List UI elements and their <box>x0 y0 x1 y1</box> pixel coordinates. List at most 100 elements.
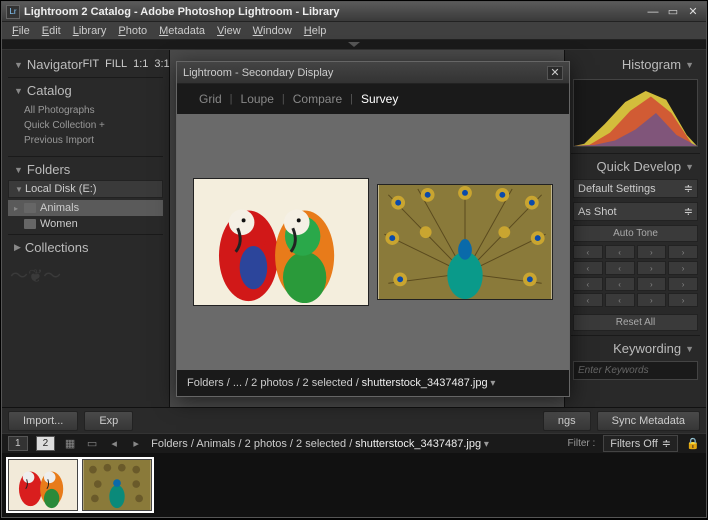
chevron-down-icon: ▼ <box>685 344 694 354</box>
menu-help[interactable]: Help <box>298 25 333 37</box>
secondary-tabs: Grid| Loupe| Compare| Survey <box>177 84 569 114</box>
histogram-label: Histogram <box>622 57 681 72</box>
reset-all-button[interactable]: Reset All <box>573 314 698 331</box>
catalog-item[interactable]: Previous Import <box>20 133 169 148</box>
menu-window[interactable]: Window <box>247 25 298 37</box>
stepper-row: ‹‹›› <box>565 292 706 308</box>
chevron-down-icon: ▼ <box>685 162 694 172</box>
step-inc2[interactable]: › <box>668 245 698 259</box>
folder-name: Women <box>40 218 78 230</box>
export-button[interactable]: Exp <box>84 411 133 431</box>
menu-library[interactable]: Library <box>67 25 113 37</box>
step-inc1[interactable]: › <box>637 277 667 291</box>
filmstrip <box>2 453 706 517</box>
auto-tone-button[interactable]: Auto Tone <box>573 225 698 242</box>
quick-develop-label: Quick Develop <box>597 159 682 174</box>
thumbnail[interactable] <box>8 459 78 511</box>
filter-select[interactable]: Filters Off≑ <box>603 435 678 452</box>
keywords-input[interactable]: Enter Keywords <box>573 361 698 380</box>
prev-icon[interactable]: ◂ <box>107 438 121 450</box>
catalog-item[interactable]: All Photographs <box>20 103 169 118</box>
quick-develop-header[interactable]: Quick Develop ▼ <box>565 156 706 177</box>
next-icon[interactable]: ▸ <box>129 438 143 450</box>
survey-image[interactable] <box>377 184 553 300</box>
stepper-row: ‹‹›› <box>565 276 706 292</box>
display-1-button[interactable]: 1 <box>8 436 28 451</box>
zoom-1-1[interactable]: 1:1 <box>133 58 148 71</box>
action-bar: Import... Exp ngs Sync Metadata <box>2 407 706 433</box>
maximize-button[interactable]: ▭ <box>664 5 682 19</box>
chevron-right-icon: ▶ <box>14 242 21 253</box>
whitebalance-select[interactable]: As Shot≑ <box>573 202 698 221</box>
tab-compare[interactable]: Compare <box>285 92 350 106</box>
top-grabber[interactable] <box>2 40 706 50</box>
close-button[interactable]: ✕ <box>684 5 702 19</box>
step-dec1[interactable]: ‹ <box>605 261 635 275</box>
folders-header[interactable]: ▼ Folders <box>2 159 169 180</box>
step-dec2[interactable]: ‹ <box>573 293 603 307</box>
loupe-view-icon[interactable]: ▭ <box>85 438 99 450</box>
menu-view[interactable]: View <box>211 25 247 37</box>
step-inc1[interactable]: › <box>637 293 667 307</box>
survey-image[interactable] <box>193 178 369 306</box>
filmstrip-header: 1 2 ▦ ▭ ◂ ▸ Folders / Animals / 2 photos… <box>2 433 706 453</box>
keywording-label: Keywording <box>613 341 681 356</box>
chevron-right-icon: ▸ <box>14 204 24 213</box>
folder-row[interactable]: ▸ Animals <box>8 200 163 216</box>
tab-grid[interactable]: Grid <box>191 92 230 106</box>
app-icon: Lr <box>6 5 20 19</box>
menu-file[interactable]: File <box>6 25 36 37</box>
menu-metadata[interactable]: Metadata <box>153 25 211 37</box>
histogram-display <box>573 79 698 147</box>
step-inc1[interactable]: › <box>637 261 667 275</box>
modal-title-bar[interactable]: Lightroom - Secondary Display ✕ <box>177 62 569 84</box>
menu-edit[interactable]: Edit <box>36 25 67 37</box>
catalog-item[interactable]: Quick Collection + <box>20 118 169 133</box>
step-dec2[interactable]: ‹ <box>573 245 603 259</box>
volume-row[interactable]: ▼ Local Disk (E:) <box>8 180 163 198</box>
thumbnail[interactable] <box>82 459 152 511</box>
zoom-fit[interactable]: FIT <box>83 58 100 71</box>
step-inc1[interactable]: › <box>637 245 667 259</box>
navigator-label: Navigator <box>27 57 83 72</box>
keywording-header[interactable]: Keywording ▼ <box>565 338 706 359</box>
display-2-button[interactable]: 2 <box>36 436 56 451</box>
catalog-header[interactable]: ▼ Catalog <box>2 80 169 101</box>
step-dec1[interactable]: ‹ <box>605 245 635 259</box>
folder-row[interactable]: Women <box>8 216 163 232</box>
step-inc2[interactable]: › <box>668 293 698 307</box>
modal-close-button[interactable]: ✕ <box>547 66 563 80</box>
zoom-3-1[interactable]: 3:1 <box>154 58 169 71</box>
navigator-header[interactable]: ▼ Navigator FIT FILL 1:1 3:1 ≑ <box>2 54 169 75</box>
step-inc2[interactable]: › <box>668 277 698 291</box>
histogram-header[interactable]: Histogram ▼ <box>565 54 706 75</box>
collections-header[interactable]: ▶ Collections <box>2 237 169 258</box>
zoom-fill[interactable]: FILL <box>105 58 127 71</box>
sync-settings-button[interactable]: ngs <box>543 411 591 431</box>
step-dec1[interactable]: ‹ <box>605 293 635 307</box>
preset-select[interactable]: Default Settings≑ <box>573 179 698 198</box>
breadcrumb: Folders / Animals / 2 photos / 2 selecte… <box>151 438 489 450</box>
grid-view-icon[interactable]: ▦ <box>63 438 77 450</box>
volume-label: Local Disk (E:) <box>25 183 97 195</box>
step-inc2[interactable]: › <box>668 261 698 275</box>
menu-photo[interactable]: Photo <box>112 25 153 37</box>
step-dec1[interactable]: ‹ <box>605 277 635 291</box>
minimize-button[interactable]: — <box>644 5 662 19</box>
filter-lock-icon[interactable]: 🔒 <box>686 438 700 450</box>
step-dec2[interactable]: ‹ <box>573 277 603 291</box>
stepper-row: ‹‹›› <box>565 260 706 276</box>
step-dec2[interactable]: ‹ <box>573 261 603 275</box>
chevron-down-icon: ▼ <box>14 60 23 70</box>
import-button[interactable]: Import... <box>8 411 78 431</box>
chevron-down-icon: ▼ <box>14 86 23 96</box>
folder-icon <box>24 203 36 213</box>
sync-metadata-button[interactable]: Sync Metadata <box>597 411 700 431</box>
filter-label: Filter : <box>568 438 596 449</box>
tab-loupe[interactable]: Loupe <box>233 92 282 106</box>
modal-footer: Folders / ... / 2 photos / 2 selected / … <box>177 370 569 396</box>
tab-survey[interactable]: Survey <box>353 92 406 106</box>
catalog-list: All Photographs Quick Collection + Previ… <box>2 101 169 154</box>
collections-label: Collections <box>25 240 89 255</box>
chevron-down-icon: ▼ <box>685 60 694 70</box>
